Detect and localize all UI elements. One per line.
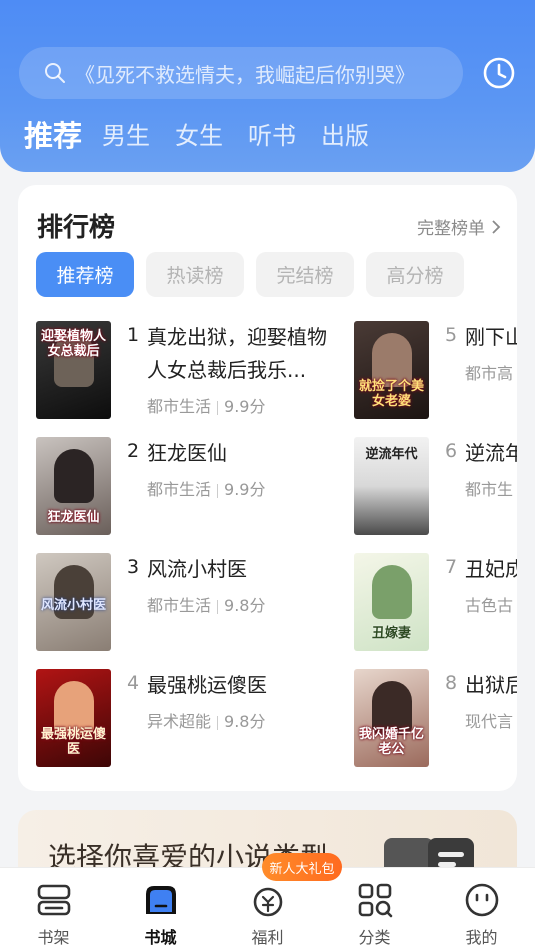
book-title: 真龙出狱，迎娶植物人女总裁后我乐... (147, 325, 327, 382)
channel-tabs: 推荐 男生 女生 听书 出版 (24, 116, 394, 156)
chevron-right-icon (492, 219, 501, 234)
ranking-title: 排行榜 (37, 213, 116, 243)
history-clock-icon[interactable] (482, 56, 516, 90)
book-title: 最强桃运傻医 (147, 673, 267, 697)
book-item[interactable]: 狂龙医仙 2 狂龙医仙 都市生活 9.9分 (36, 437, 327, 537)
book-meta: 都市生活 9.9分 (147, 480, 266, 499)
book-item[interactable]: 逆流年代 6 逆流年开始和 都市生 (354, 437, 517, 537)
nav-label: 福利 (251, 928, 284, 947)
book-meta: 都市生活 9.8分 (147, 596, 266, 615)
book-cover: 风流小村医 (36, 553, 111, 651)
ranking-card: 排行榜 完整榜单 推荐榜 热读榜 完结榜 高分榜 迎娶植物人女总裁后 1 真龙出… (18, 185, 517, 791)
nav-label: 分类 (358, 928, 391, 947)
book-item[interactable]: 风流小村医 3 风流小村医 都市生活 9.8分 (36, 553, 327, 653)
book-rank: 7 (444, 556, 458, 578)
ranking-chips: 推荐榜 热读榜 完结榜 高分榜 (36, 252, 476, 297)
new-user-gift-badge[interactable]: 新人大礼包 (262, 853, 342, 881)
book-cover: 迎娶植物人女总裁后 (36, 321, 111, 419)
book-cover: 逆流年代 (354, 437, 429, 535)
book-rank: 5 (444, 324, 458, 346)
chip-high-score[interactable]: 高分榜 (366, 252, 464, 297)
book-title: 风流小村医 (147, 557, 247, 581)
book-meta: 古色古 (465, 596, 514, 615)
nav-label: 书架 (37, 928, 70, 947)
nav-bookstore[interactable]: 书城 (107, 868, 214, 951)
full-list-link[interactable]: 完整榜单 (417, 214, 501, 239)
tab-female[interactable]: 女生 (175, 116, 223, 156)
book-rank: 1 (126, 324, 140, 346)
book-meta: 现代言 (465, 712, 514, 731)
book-title: 刚下山美女老 (465, 325, 517, 349)
tab-recommend[interactable]: 推荐 (24, 116, 82, 156)
bookshelf-icon (37, 884, 71, 916)
profile-icon (465, 883, 499, 917)
search-icon (45, 63, 65, 83)
book-rank: 8 (444, 672, 458, 694)
book-cover: 我闪婚千亿老公 (354, 669, 429, 767)
book-item[interactable]: 就捡了个美女老婆 5 刚下山美女老 都市高 (354, 321, 517, 421)
welfare-icon (253, 887, 283, 917)
bottom-nav: 书架 书城 福利 分类 我的 (0, 867, 535, 951)
search-placeholder: 《见死不救选情夫，我崛起后你别哭》 (75, 62, 415, 87)
book-item[interactable]: 丑嫁妻 7 丑妃成 古色古 (354, 553, 517, 653)
book-cover: 狂龙医仙 (36, 437, 111, 535)
book-cover: 丑嫁妻 (354, 553, 429, 651)
book-title: 出狱后亿老公 (465, 673, 517, 697)
book-title: 狂龙医仙 (147, 441, 227, 465)
book-item[interactable]: 最强桃运傻医 4 最强桃运傻医 异术超能 9.8分 (36, 669, 327, 769)
tab-male[interactable]: 男生 (102, 116, 150, 156)
category-icon (358, 883, 393, 918)
nav-label: 我的 (465, 928, 498, 947)
book-cover: 就捡了个美女老婆 (354, 321, 429, 419)
chip-hot[interactable]: 热读榜 (146, 252, 244, 297)
book-rank: 6 (444, 440, 458, 462)
nav-bookshelf[interactable]: 书架 (0, 868, 107, 951)
nav-label: 书城 (144, 928, 177, 947)
full-list-label: 完整榜单 (417, 219, 485, 239)
tab-audiobook[interactable]: 听书 (248, 116, 296, 156)
book-meta: 都市生 (465, 480, 514, 499)
book-cover: 最强桃运傻医 (36, 669, 111, 767)
tab-published[interactable]: 出版 (321, 116, 369, 156)
book-item[interactable]: 迎娶植物人女总裁后 1 真龙出狱，迎娶植物人女总裁后我乐... 都市生活 9.9分 (36, 321, 327, 421)
book-meta: 异术超能 9.8分 (147, 712, 266, 731)
book-rank: 4 (126, 672, 140, 694)
chip-recommend[interactable]: 推荐榜 (36, 252, 134, 297)
book-meta: 都市生活 9.9分 (147, 397, 266, 416)
book-item[interactable]: 我闪婚千亿老公 8 出狱后亿老公 现代言 (354, 669, 517, 769)
book-meta: 都市高 (465, 364, 514, 383)
chip-completed[interactable]: 完结榜 (256, 252, 354, 297)
book-rank: 3 (126, 556, 140, 578)
bookstore-icon (146, 886, 176, 914)
nav-category[interactable]: 分类 (321, 868, 428, 951)
nav-profile[interactable]: 我的 (428, 868, 535, 951)
header: 《见死不救选情夫，我崛起后你别哭》 推荐 男生 女生 听书 出版 (0, 0, 535, 172)
book-title: 丑妃成 (465, 557, 517, 581)
search-bar[interactable]: 《见死不救选情夫，我崛起后你别哭》 (19, 47, 463, 99)
book-rank: 2 (126, 440, 140, 462)
book-title: 逆流年开始和 (465, 441, 517, 465)
